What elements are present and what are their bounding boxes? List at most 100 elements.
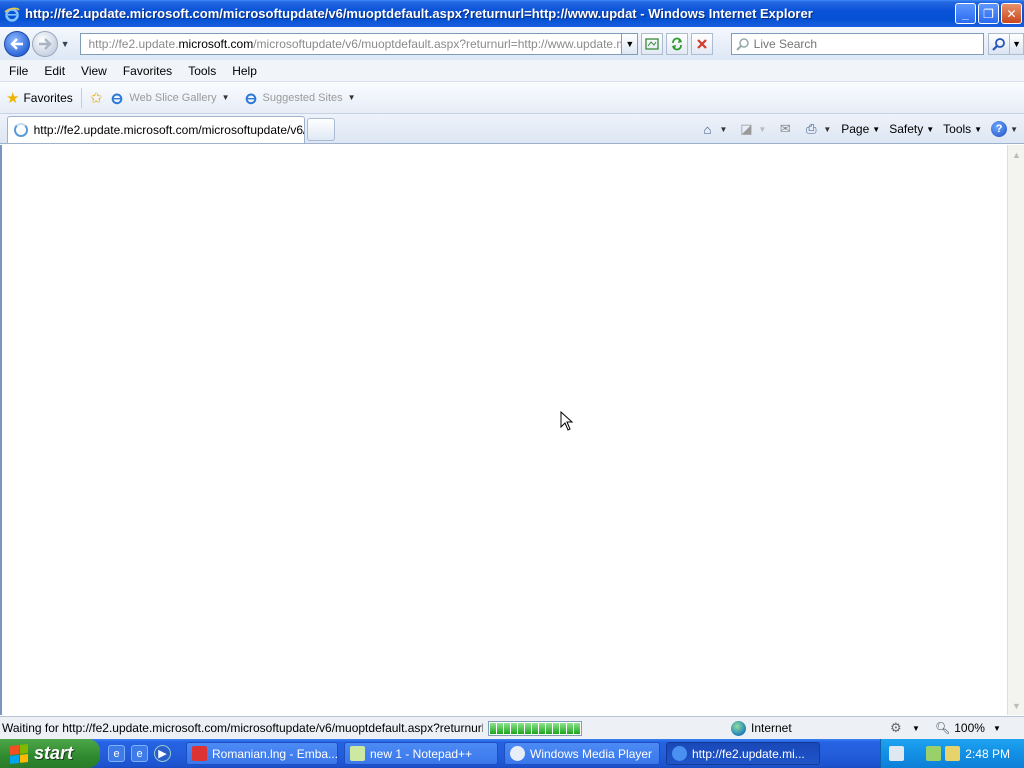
security-zone[interactable]: Internet bbox=[731, 720, 792, 736]
zoom-dropdown[interactable]: ▼ bbox=[993, 724, 1001, 733]
window-title: http://fe2.update.microsoft.com/microsof… bbox=[25, 6, 813, 21]
title-bar: http://fe2.update.microsoft.com/microsof… bbox=[0, 0, 1024, 27]
menu-bar: File Edit View Favorites Tools Help bbox=[0, 60, 1024, 82]
search-button[interactable] bbox=[988, 32, 1011, 55]
progress-segment bbox=[497, 722, 503, 734]
search-logo-icon bbox=[735, 37, 749, 51]
page-content[interactable] bbox=[0, 145, 1007, 715]
recent-pages-dropdown[interactable]: ▼ bbox=[61, 39, 73, 49]
menu-tools[interactable]: Tools bbox=[180, 64, 224, 78]
scroll-up-arrow-icon[interactable]: ▲ bbox=[1009, 147, 1024, 162]
progress-segment bbox=[539, 722, 545, 734]
ie-icon bbox=[672, 746, 687, 761]
navigation-bar: ▼ http://fe2.update.microsoft.com/micros… bbox=[0, 27, 1024, 60]
clock: 2:48 PM bbox=[965, 746, 1010, 761]
ie-link-icon bbox=[112, 93, 123, 104]
add-to-favorites-bar-icon[interactable]: ✩ bbox=[90, 89, 103, 107]
restore-button[interactable]: ❐ bbox=[978, 3, 999, 24]
progress-segment bbox=[518, 722, 524, 734]
mail-icon[interactable]: ✉ bbox=[776, 121, 794, 137]
quick-launch: e e ▶ bbox=[108, 745, 171, 762]
arrow-busy-cursor-icon bbox=[560, 411, 574, 431]
favorites-button[interactable]: ★ Favorites bbox=[6, 89, 73, 107]
close-button[interactable]: ✕ bbox=[1001, 3, 1022, 24]
notepad-icon bbox=[350, 746, 365, 761]
help-dropdown[interactable]: ▼ bbox=[1010, 125, 1018, 134]
search-options-dropdown[interactable]: ▼ bbox=[1010, 32, 1024, 55]
window-controls: _ ❐ ✕ bbox=[955, 3, 1022, 24]
zoom-magnifier-icon: 🔍︎ bbox=[935, 721, 951, 735]
page-menu[interactable]: Page ▼ bbox=[841, 122, 880, 136]
print-dropdown[interactable]: ▼ bbox=[823, 125, 831, 134]
ie-icon bbox=[4, 7, 20, 22]
tab-current[interactable]: http://fe2.update.microsoft.com/microsof… bbox=[7, 116, 305, 143]
scroll-down-arrow-icon[interactable]: ▼ bbox=[1009, 698, 1024, 713]
fav-link-web-slice-gallery[interactable]: Web Slice Gallery ▼ bbox=[110, 91, 230, 105]
search-box[interactable] bbox=[730, 32, 985, 55]
refresh-button[interactable] bbox=[666, 32, 688, 55]
chevron-down-icon: ▼ bbox=[926, 124, 935, 134]
feeds-dropdown[interactable]: ▼ bbox=[758, 125, 766, 134]
menu-help[interactable]: Help bbox=[224, 64, 265, 78]
task-windows-media-player[interactable]: Windows Media Player bbox=[504, 742, 660, 765]
media-player-icon bbox=[510, 746, 525, 761]
progress-bar bbox=[488, 720, 582, 736]
magnifier-icon bbox=[992, 37, 1006, 51]
menu-favorites[interactable]: Favorites bbox=[115, 64, 180, 78]
globe-icon bbox=[731, 720, 746, 736]
task-notepad-plus-plus[interactable]: new 1 - Notepad++ bbox=[344, 742, 498, 765]
progress-segment bbox=[567, 722, 573, 734]
keyboard-icon[interactable] bbox=[889, 746, 904, 761]
tab-row: http://fe2.update.microsoft.com/microsof… bbox=[0, 114, 1024, 144]
stop-button[interactable] bbox=[690, 32, 713, 55]
system-tray: 2:48 PM bbox=[880, 739, 1024, 768]
start-button[interactable]: start bbox=[0, 739, 100, 768]
tools-menu[interactable]: Tools ▼ bbox=[943, 122, 982, 136]
status-bar: Waiting for http://fe2.update.microsoft.… bbox=[0, 716, 1024, 739]
task-internet-explorer[interactable]: http://fe2.update.mi... bbox=[666, 742, 820, 765]
home-icon[interactable]: ⌂ bbox=[698, 121, 716, 137]
menu-file[interactable]: File bbox=[0, 64, 36, 78]
progress-segment bbox=[504, 722, 510, 734]
favorites-label: Favorites bbox=[23, 90, 73, 105]
address-dropdown[interactable]: ▼ bbox=[622, 32, 639, 55]
progress-segment bbox=[490, 722, 496, 734]
back-button[interactable] bbox=[4, 30, 30, 57]
chevron-down-icon: ▼ bbox=[347, 93, 356, 102]
menu-view[interactable]: View bbox=[73, 64, 115, 78]
quicklaunch-ie2-icon[interactable]: e bbox=[131, 745, 148, 762]
printer-icon[interactable]: ⎙ bbox=[802, 121, 820, 137]
tab-title: http://fe2.update.microsoft.com/microsof… bbox=[33, 123, 304, 137]
chevron-down-icon: ▼ bbox=[221, 93, 230, 102]
help-icon[interactable]: ? bbox=[991, 121, 1008, 137]
task-romanian-lng[interactable]: Romanian.lng - Emba... bbox=[186, 742, 338, 765]
app-icon bbox=[192, 746, 207, 761]
protected-mode-dropdown[interactable]: ▼ bbox=[912, 724, 920, 733]
start-label: start bbox=[34, 743, 74, 763]
fav-link-suggested-sites[interactable]: Suggested Sites ▼ bbox=[244, 91, 356, 105]
address-bar[interactable]: http://fe2.update.microsoft.com/microsof… bbox=[80, 32, 623, 55]
vertical-scrollbar[interactable]: ▲ ▼ bbox=[1007, 145, 1024, 715]
compatibility-button[interactable] bbox=[641, 32, 664, 55]
chevron-down-icon: ▼ bbox=[974, 124, 983, 134]
update-icon[interactable] bbox=[945, 746, 960, 761]
address-url: http://fe2.update.microsoft.com/microsof… bbox=[88, 36, 623, 51]
search-input[interactable] bbox=[753, 36, 974, 51]
zoom-control[interactable]: 🔍︎ 100% bbox=[935, 721, 985, 735]
network-icon[interactable] bbox=[926, 746, 941, 761]
minimize-button[interactable]: _ bbox=[955, 3, 976, 24]
progress-segment bbox=[511, 722, 517, 734]
forward-button[interactable] bbox=[31, 30, 58, 57]
quicklaunch-media-player-icon[interactable]: ▶ bbox=[154, 745, 171, 762]
new-tab-button[interactable] bbox=[307, 118, 335, 141]
favorites-bar: ★ Favorites ✩ Web Slice Gallery ▼ Sugges… bbox=[0, 82, 1024, 114]
safety-menu[interactable]: Safety ▼ bbox=[889, 122, 934, 136]
menu-edit[interactable]: Edit bbox=[36, 64, 73, 78]
protected-mode-icon[interactable]: ⚙ bbox=[890, 720, 902, 736]
quicklaunch-ie-icon[interactable]: e bbox=[108, 745, 125, 762]
progress-segment bbox=[560, 722, 566, 734]
home-dropdown[interactable]: ▼ bbox=[719, 125, 727, 134]
status-text: Waiting for http://fe2.update.microsoft.… bbox=[2, 721, 483, 735]
refresh-icon bbox=[671, 37, 682, 50]
rss-icon[interactable]: ◪ bbox=[737, 121, 755, 137]
